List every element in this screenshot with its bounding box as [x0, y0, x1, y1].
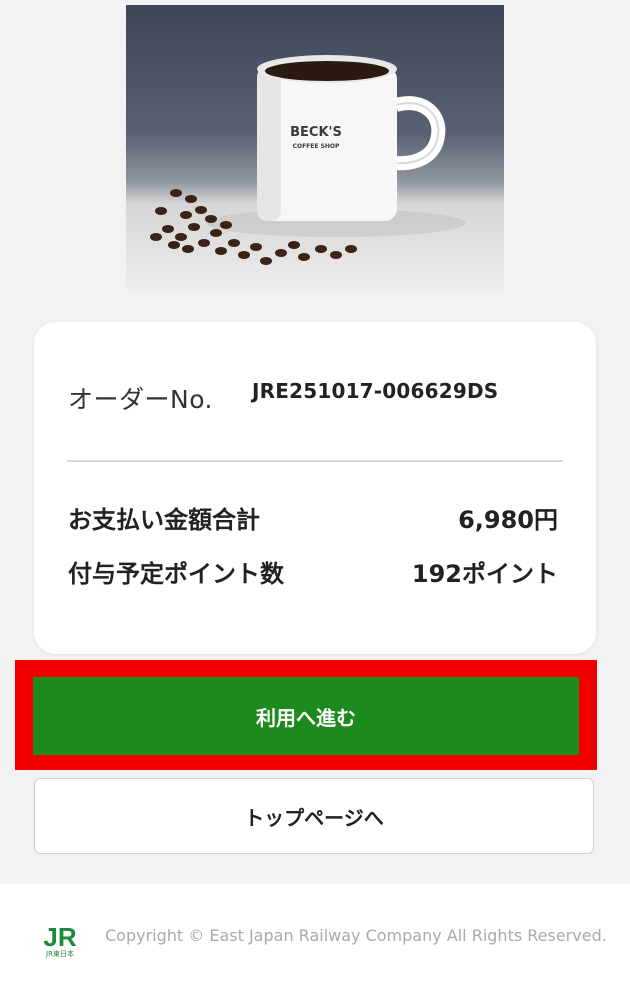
highlight-box: 利用へ進む	[15, 660, 597, 770]
proceed-to-use-button[interactable]: 利用へ進む	[33, 677, 579, 755]
card-divider	[67, 460, 563, 462]
payment-total-label: お支払い金額合計	[68, 506, 260, 534]
mug-subtitle-text: COFFEE SHOP	[293, 143, 340, 150]
points-value: 192ポイント	[411, 560, 558, 588]
jr-logo-subtext: JR東日本	[45, 949, 74, 958]
order-number-label: オーダーNo.	[68, 385, 214, 414]
jr-logo-text: JR	[43, 922, 76, 952]
footer: JR JR東日本 Copyright © East Japan Railway …	[0, 884, 630, 983]
coffee-hero-image: BECK'S COFFEE SHOP	[126, 5, 504, 289]
mug-brand-text: BECK'S	[290, 125, 342, 140]
points-label: 付与予定ポイント数	[68, 560, 284, 588]
points-row: 付与予定ポイント数 192ポイント	[68, 554, 558, 589]
payment-total-value: 6,980円	[458, 506, 558, 534]
payment-total-row: お支払い金額合計 6,980円	[68, 500, 558, 535]
top-page-button[interactable]: トップページへ	[34, 778, 594, 854]
copyright-text: Copyright © East Japan Railway Company A…	[105, 926, 607, 945]
order-summary-card: オーダーNo. JRE251017-006629DS お支払い金額合計 6,98…	[34, 322, 596, 654]
jr-logo: JR JR東日本	[38, 922, 82, 958]
order-number-value: JRE251017-006629DS	[252, 379, 499, 403]
